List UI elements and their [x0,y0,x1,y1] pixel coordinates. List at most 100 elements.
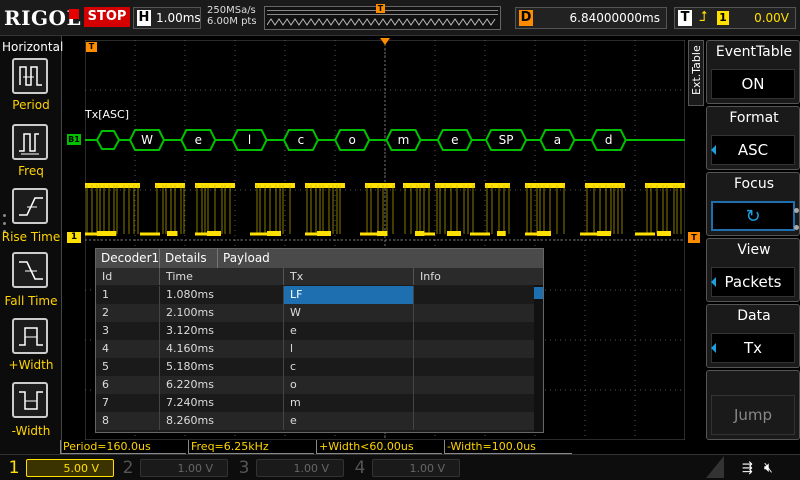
measurement-neg-width[interactable]: -Width=100.0us [444,440,572,454]
focus-softkey[interactable]: Focus ↻ [706,172,800,236]
bus-packet-label: e [451,133,458,147]
channel-number: 2 [122,458,134,478]
cell-tx: e [284,412,414,430]
table-row[interactable]: 8 8.260ms e [96,412,534,430]
channel-status-bar: 1 5.00 V 2 1.00 V 3 1.00 V 4 1.00 V ⇶ 🔇︎ [0,454,800,480]
trigger-position-marker: T [376,4,385,13]
table-row[interactable]: 4 4.160ms l [96,340,534,358]
menu-corner-tab[interactable] [706,456,724,478]
cell-tx: o [284,376,414,394]
column-info: Info [420,270,441,283]
cell-time: 3.120ms [160,322,284,340]
column-id: Id [96,268,160,285]
trigger-position-arrow [380,38,390,45]
sample-info: 250MSa/s 6.00M pts [207,5,257,27]
sound-mute-icon[interactable]: 🔇︎ [764,460,773,476]
delay-value: 6.84000000ms [569,11,660,25]
format-value: ASC [711,135,795,165]
cell-time: 7.240ms [160,394,284,412]
data-softkey[interactable]: Data Tx [706,304,800,368]
memory-overview-waveform [267,18,496,26]
cell-time: 8.260ms [160,412,284,430]
measure-neg-width-button[interactable] [12,382,48,418]
measurement-pos-width[interactable]: +Width<60.00us [316,440,442,454]
table-row[interactable]: 6 6.220ms o [96,376,534,394]
channel-4-status[interactable]: 4 1.00 V [350,457,462,479]
softkey-menu: EventTable ON Format ASC Focus ↻ View Pa… [706,36,800,454]
jump-softkey[interactable]: Jump [706,370,800,440]
eventtable-value: ON [711,69,795,99]
tab-details[interactable]: Details [160,249,218,268]
cell-tx-selected: LF [284,286,414,304]
cell-tx: l [284,340,414,358]
column-time: Time [160,268,284,285]
measure-sidebar: Horizontal Period Freq Rise Time Fall Ti… [0,36,64,454]
horizontal-key-badge: H [137,10,151,26]
memory-depth: 6.00M pts [207,16,257,27]
cell-tx: c [284,358,414,376]
table-row[interactable]: 3 3.120ms e [96,322,534,340]
sidebar-scroll-dot [3,214,6,217]
bus-packet-label: c [298,133,305,147]
measure-rise-time-button[interactable] [12,188,48,224]
event-table[interactable]: Decoder1 Details Payload Id Time Tx Info… [95,248,544,433]
scrollbar-thumb[interactable] [534,287,543,299]
data-value: Tx [711,333,795,363]
channel-number: 3 [238,458,250,478]
ch1-low-burst [167,231,178,236]
channel-1-marker[interactable]: 1 [67,232,81,243]
cell-time: 6.220ms [160,376,284,394]
focus-knob-icon: ↻ [711,201,795,231]
view-softkey[interactable]: View Packets [706,238,800,302]
pos-width-icon [19,327,43,346]
table-row[interactable]: 7 7.240ms m [96,394,534,412]
cell-info [414,304,534,322]
cell-info [414,394,534,412]
cell-tx: m [284,394,414,412]
format-softkey[interactable]: Format ASC [706,106,800,170]
ext-table-label: Ext.Table [690,45,703,95]
measurement-freq[interactable]: Freq=6.25kHz [188,440,314,454]
event-table-scrollbar[interactable] [534,285,543,432]
menu-page-dot [794,225,799,230]
bus-packet-label: e [195,133,202,147]
measure-pos-width-button[interactable] [12,318,48,354]
tab-payload[interactable]: Payload [218,249,543,268]
table-row[interactable]: 2 2.100ms W [96,304,534,322]
bus-packet-label: l [248,133,251,147]
tab-decoder1[interactable]: Decoder1 [96,249,160,268]
channel-1-status[interactable]: 1 5.00 V [4,457,116,479]
table-row[interactable]: 5 5.180ms c [96,358,534,376]
ch1-high-burst [403,183,430,188]
measure-period-button[interactable] [12,58,48,94]
ext-table-tab[interactable]: Ext.Table [688,40,704,106]
measurement-period[interactable]: Period=160.0us [60,440,186,454]
rising-edge-icon: ⮥ [699,9,708,25]
sidebar-title: Horizontal [2,40,64,54]
channel-2-status[interactable]: 2 1.00 V [118,457,230,479]
eventtable-softkey[interactable]: EventTable ON [706,40,800,104]
pos-width-label: +Width [8,358,54,372]
channel-3-status[interactable]: 3 1.00 V [234,457,346,479]
menu-page-dot [794,208,799,213]
option-arrow-icon [711,277,716,287]
cell-id: 3 [96,322,160,340]
horizontal-delay[interactable]: D 6.84000000ms [515,7,667,29]
trigger-level-marker[interactable]: T [688,232,700,243]
ch1-high-burst [255,183,295,188]
ch1-low-burst [497,231,506,236]
measure-fall-time-button[interactable] [12,252,48,288]
trigger-settings[interactable]: T ⮥ 1 0.00V [674,7,796,29]
event-table-tabs: Decoder1 Details Payload [96,249,543,268]
timebase-value: 1.00ms [156,11,201,25]
bus-1-marker[interactable]: B1 [67,134,81,145]
horizontal-timebase[interactable]: H 1.00ms [133,7,201,29]
rise-time-label: Rise Time [1,230,61,244]
channel-scale: 1.00 V [372,459,460,477]
run-stop-status[interactable]: STOP [84,7,130,27]
bus-packet-label: a [554,133,561,147]
cell-id: 7 [96,394,160,412]
table-row[interactable]: 1 1.080ms LF [96,286,534,304]
ch1-high-burst [485,183,510,188]
measure-freq-button[interactable] [12,124,48,160]
